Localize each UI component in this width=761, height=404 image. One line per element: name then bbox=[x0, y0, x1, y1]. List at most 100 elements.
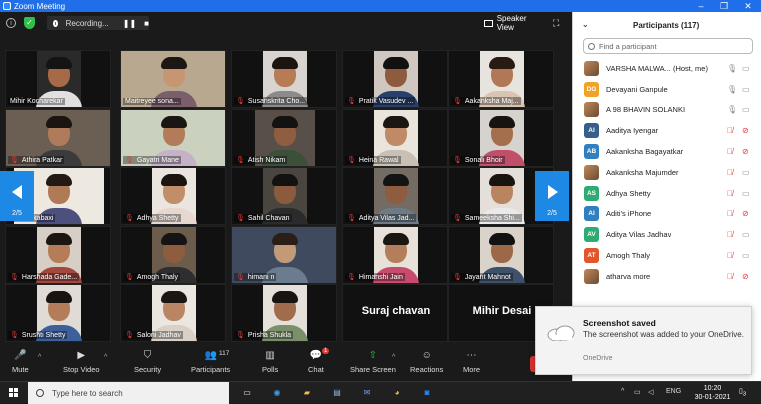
participant-video-tile[interactable]: 🎙 Sonali Bhoir bbox=[448, 109, 554, 167]
avatar: AB bbox=[584, 144, 599, 160]
participant-video-tile[interactable]: 🎙 Athira Patkar bbox=[5, 109, 111, 167]
share-arrow-icon: ⇧ bbox=[368, 350, 378, 361]
reactions-button[interactable]: ☺ Reactions bbox=[410, 350, 443, 378]
pause-recording-button[interactable]: ❚❚ bbox=[123, 19, 136, 28]
chrome-icon[interactable]: ◕ bbox=[390, 386, 404, 400]
participant-row[interactable]: AT Amogh Thaly 🎙̸ ▭ bbox=[573, 245, 761, 266]
stop-video-button[interactable]: ▶ Stop Video bbox=[63, 350, 100, 378]
polls-button[interactable]: ▥ Polls bbox=[262, 350, 278, 378]
participant-name-label: 🎙 Aditya Vilas Jad... bbox=[345, 214, 417, 222]
toolbar-button-label: Share Screen bbox=[350, 365, 396, 374]
security-button[interactable]: ⛉ Security bbox=[134, 350, 161, 378]
participant-video-tile[interactable]: 🎙 Srushti Shetty bbox=[5, 284, 111, 342]
participant-row[interactable]: DG Devayani Ganpule 🎙 ▭ bbox=[573, 79, 761, 100]
edge-icon[interactable]: ◉ bbox=[270, 386, 284, 400]
taskbar-search-box[interactable]: Type here to search bbox=[28, 382, 229, 404]
maximize-button[interactable]: ❐ bbox=[713, 0, 735, 12]
zoom-icon[interactable]: ◙ bbox=[420, 386, 434, 400]
participant-video-tile[interactable]: 🎙 Pratik Vasudev ... bbox=[342, 50, 448, 108]
participant-video-tile[interactable]: 🎙 Prisha Shukla bbox=[231, 284, 337, 342]
participant-name: Saloni Jadhav bbox=[136, 331, 181, 339]
participant-video-tile[interactable]: 🎙 Sahil Chavan bbox=[231, 167, 337, 225]
encryption-shield-icon[interactable]: ✓ bbox=[24, 17, 35, 29]
input-language[interactable]: ENG bbox=[666, 388, 681, 395]
muted-microphone-icon: 🎙 bbox=[125, 332, 134, 339]
participant-name-label: 🎙 Athira Patkar bbox=[8, 156, 65, 164]
volume-icon[interactable]: ◁ bbox=[648, 388, 653, 396]
file-explorer-icon[interactable]: ▰ bbox=[300, 386, 314, 400]
participant-row[interactable]: AI Aaditya Iyengar 🎙̸ ⊘ bbox=[573, 120, 761, 141]
stop-recording-button[interactable]: ■ bbox=[144, 19, 149, 28]
participant-name-label: 🎙 Prisha Shukla bbox=[234, 331, 294, 339]
previous-page-button[interactable]: 2/5 bbox=[0, 171, 34, 221]
mail-icon[interactable]: ✉ bbox=[360, 386, 374, 400]
participant-video-tile[interactable]: 🎙 himani n bbox=[231, 226, 337, 284]
show-hidden-icons-caret[interactable]: ^ bbox=[621, 388, 624, 395]
participant-video-tile[interactable]: 🎙 Himanshi Jain bbox=[342, 226, 448, 284]
participants-button[interactable]: 👥 117 Participants bbox=[191, 350, 230, 378]
participant-name-label: 🎙 Srushti Shetty bbox=[8, 331, 68, 339]
next-page-button[interactable]: 2/5 bbox=[535, 171, 569, 221]
participant-video-tile[interactable]: 🎙 Heina Rawal bbox=[342, 109, 448, 167]
participant-name: Prisha Shukla bbox=[247, 331, 292, 339]
participant-video-tile[interactable]: 🎙 Harshada Gade... bbox=[5, 226, 111, 284]
share-screen-button[interactable]: ⇧ Share Screen bbox=[350, 350, 396, 378]
collapse-chevron-icon[interactable]: ⌄ bbox=[582, 20, 589, 29]
participant-row[interactable]: VARSHA MALWA... (Host, me) 🎙 ▭ bbox=[573, 58, 761, 79]
participant-row[interactable]: AV Aditya Vilas Jadhav 🎙̸ ▭ bbox=[573, 224, 761, 245]
participant-row[interactable]: A 98 BHAVIN SOLANKI 🎙 ▭ bbox=[573, 100, 761, 121]
muted-microphone-icon: 🎙 bbox=[125, 157, 134, 164]
video-camera-icon: ▭ bbox=[742, 84, 750, 94]
participant-video-tile[interactable]: 🎙 Susanskrita Cho... bbox=[231, 50, 337, 108]
minimize-button[interactable]: – bbox=[690, 0, 712, 12]
network-icon[interactable]: ▭ bbox=[634, 388, 641, 396]
close-button[interactable]: ✕ bbox=[737, 0, 759, 12]
participant-row[interactable]: atharva more 🎙̸ ⊘ bbox=[573, 266, 761, 287]
participant-search-placeholder: Find a participant bbox=[599, 41, 657, 51]
participant-video-tile[interactable]: 🎙 Adhya Shetty bbox=[120, 167, 226, 225]
screenshot-saved-notification[interactable]: Screenshot saved The screenshot was adde… bbox=[535, 306, 752, 375]
fullscreen-icon[interactable]: ⛶ bbox=[553, 18, 563, 28]
participant-name-label: 🎙 Harshada Gade... bbox=[8, 273, 80, 281]
person-hair bbox=[489, 116, 515, 128]
mute-button[interactable]: 🎤 Mute bbox=[12, 350, 29, 378]
participant-name-label: 🎙 Sonali Bhoir bbox=[451, 156, 505, 164]
participant-name: Amogh Thaly bbox=[606, 251, 651, 261]
participant-name: Sahil Chavan bbox=[247, 214, 290, 222]
store-icon[interactable]: ▤ bbox=[330, 386, 344, 400]
participant-video-tile[interactable]: 🎙 Aakanksha Maj... bbox=[448, 50, 554, 108]
meeting-info-icon[interactable]: i bbox=[6, 18, 16, 28]
muted-microphone-icon: 🎙̸ bbox=[727, 230, 733, 240]
participant-row[interactable]: AI Aditi's iPhone 🎙̸ ⊘ bbox=[573, 204, 761, 225]
chat-button[interactable]: 💬 1 Chat bbox=[308, 348, 330, 378]
participant-video-tile[interactable]: 🎙 Saloni Jadhav bbox=[120, 284, 226, 342]
windows-start-icon[interactable] bbox=[9, 388, 19, 398]
speaker-view-button[interactable]: Speaker View bbox=[484, 14, 544, 32]
person-hair bbox=[46, 116, 72, 128]
participant-row[interactable]: Aakanksha Majumder 🎙̸ ▭ bbox=[573, 162, 761, 183]
participant-video-tile[interactable]: 🎙 Gayatri Mane bbox=[120, 109, 226, 167]
participant-video-tile[interactable]: Suraj chavan bbox=[342, 284, 448, 342]
participant-video-tile[interactable]: Maitreyee sona... bbox=[120, 50, 226, 108]
avatar: AT bbox=[584, 248, 599, 264]
participant-video-tile[interactable]: 🎙 Amogh Thaly bbox=[120, 226, 226, 284]
participant-video-tile[interactable]: Mihir Kocharekar bbox=[5, 50, 111, 108]
muted-microphone-icon: 🎙 bbox=[347, 274, 356, 281]
video-options-caret[interactable]: ^ bbox=[104, 354, 107, 361]
participant-search-input[interactable]: Find a participant bbox=[583, 38, 753, 54]
more-button[interactable]: ⋯ More bbox=[463, 350, 480, 378]
participant-row[interactable]: AB Aakanksha Bagayatkar 🎙̸ ⊘ bbox=[573, 141, 761, 162]
taskbar-clock[interactable]: 10:20 30-01-2021 bbox=[690, 384, 735, 402]
notification-center-icon[interactable]: ▯3 bbox=[739, 387, 751, 399]
participant-video-tile[interactable]: 🎙 Aditya Vilas Jad... bbox=[342, 167, 448, 225]
audio-options-caret[interactable]: ^ bbox=[38, 354, 41, 361]
zoom-app-icon bbox=[3, 2, 11, 10]
participant-row[interactable]: AS Adhya Shetty 🎙̸ ▭ bbox=[573, 183, 761, 204]
participant-video-tile[interactable]: 🎙 Jayant Mahnot bbox=[448, 226, 554, 284]
participant-name: Jayant Mahnot bbox=[464, 273, 511, 281]
participant-name: Mihir Kocharekar bbox=[10, 98, 63, 105]
video-camera-icon: ▭ bbox=[742, 105, 750, 115]
task-view-icon[interactable]: ▭ bbox=[240, 386, 254, 400]
participant-video-tile[interactable]: 🎙 Atish Nikam bbox=[231, 109, 337, 167]
participant-name: A 98 BHAVIN SOLANKI bbox=[606, 105, 686, 115]
